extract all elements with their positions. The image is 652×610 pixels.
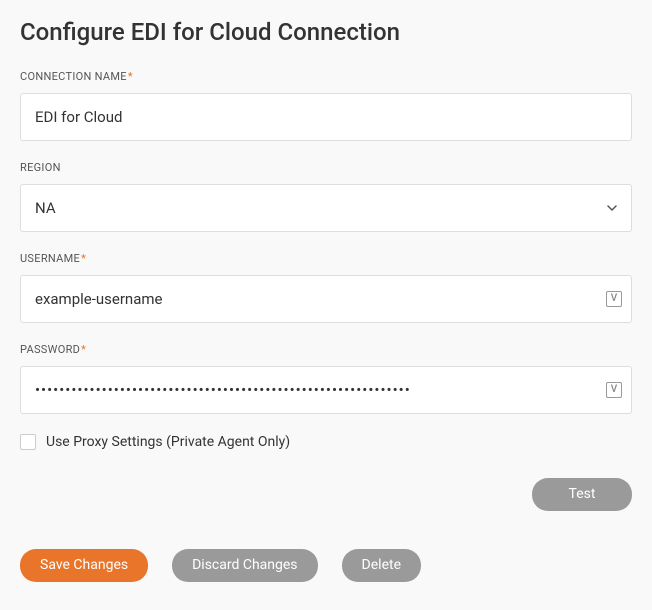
action-buttons: Save Changes Discard Changes Delete [20, 549, 632, 582]
use-proxy-checkbox[interactable] [20, 434, 36, 450]
discard-button[interactable]: Discard Changes [172, 549, 317, 582]
connection-name-label: CONNECTION NAME* [20, 70, 632, 83]
region-select[interactable]: NA [20, 184, 632, 232]
variable-icon[interactable]: V [606, 382, 622, 398]
field-connection-name: CONNECTION NAME* [20, 70, 632, 141]
required-indicator: * [81, 252, 86, 265]
password-label: PASSWORD* [20, 343, 632, 356]
required-indicator: * [128, 70, 133, 83]
page-title: Configure EDI for Cloud Connection [20, 18, 632, 46]
label-text: PASSWORD [20, 343, 80, 356]
username-label: USERNAME* [20, 252, 632, 265]
save-button[interactable]: Save Changes [20, 549, 148, 582]
label-text: REGION [20, 161, 61, 174]
region-select-value: NA [35, 199, 607, 217]
delete-button[interactable]: Delete [342, 549, 421, 582]
test-row: Test [20, 478, 632, 511]
password-input-wrapper: V [20, 366, 632, 414]
username-input[interactable] [20, 275, 632, 323]
label-text: USERNAME [20, 252, 80, 265]
use-proxy-row: Use Proxy Settings (Private Agent Only) [20, 434, 632, 450]
password-input[interactable] [20, 366, 632, 414]
required-indicator: * [81, 343, 86, 356]
field-password: PASSWORD* V [20, 343, 632, 414]
field-username: USERNAME* V [20, 252, 632, 323]
use-proxy-label: Use Proxy Settings (Private Agent Only) [46, 434, 290, 450]
region-label: REGION [20, 161, 632, 174]
connection-name-input[interactable] [20, 93, 632, 141]
variable-icon[interactable]: V [606, 291, 622, 307]
field-region: REGION NA [20, 161, 632, 232]
test-button[interactable]: Test [532, 478, 632, 511]
username-input-wrapper: V [20, 275, 632, 323]
chevron-down-icon [607, 203, 617, 213]
label-text: CONNECTION NAME [20, 70, 127, 83]
